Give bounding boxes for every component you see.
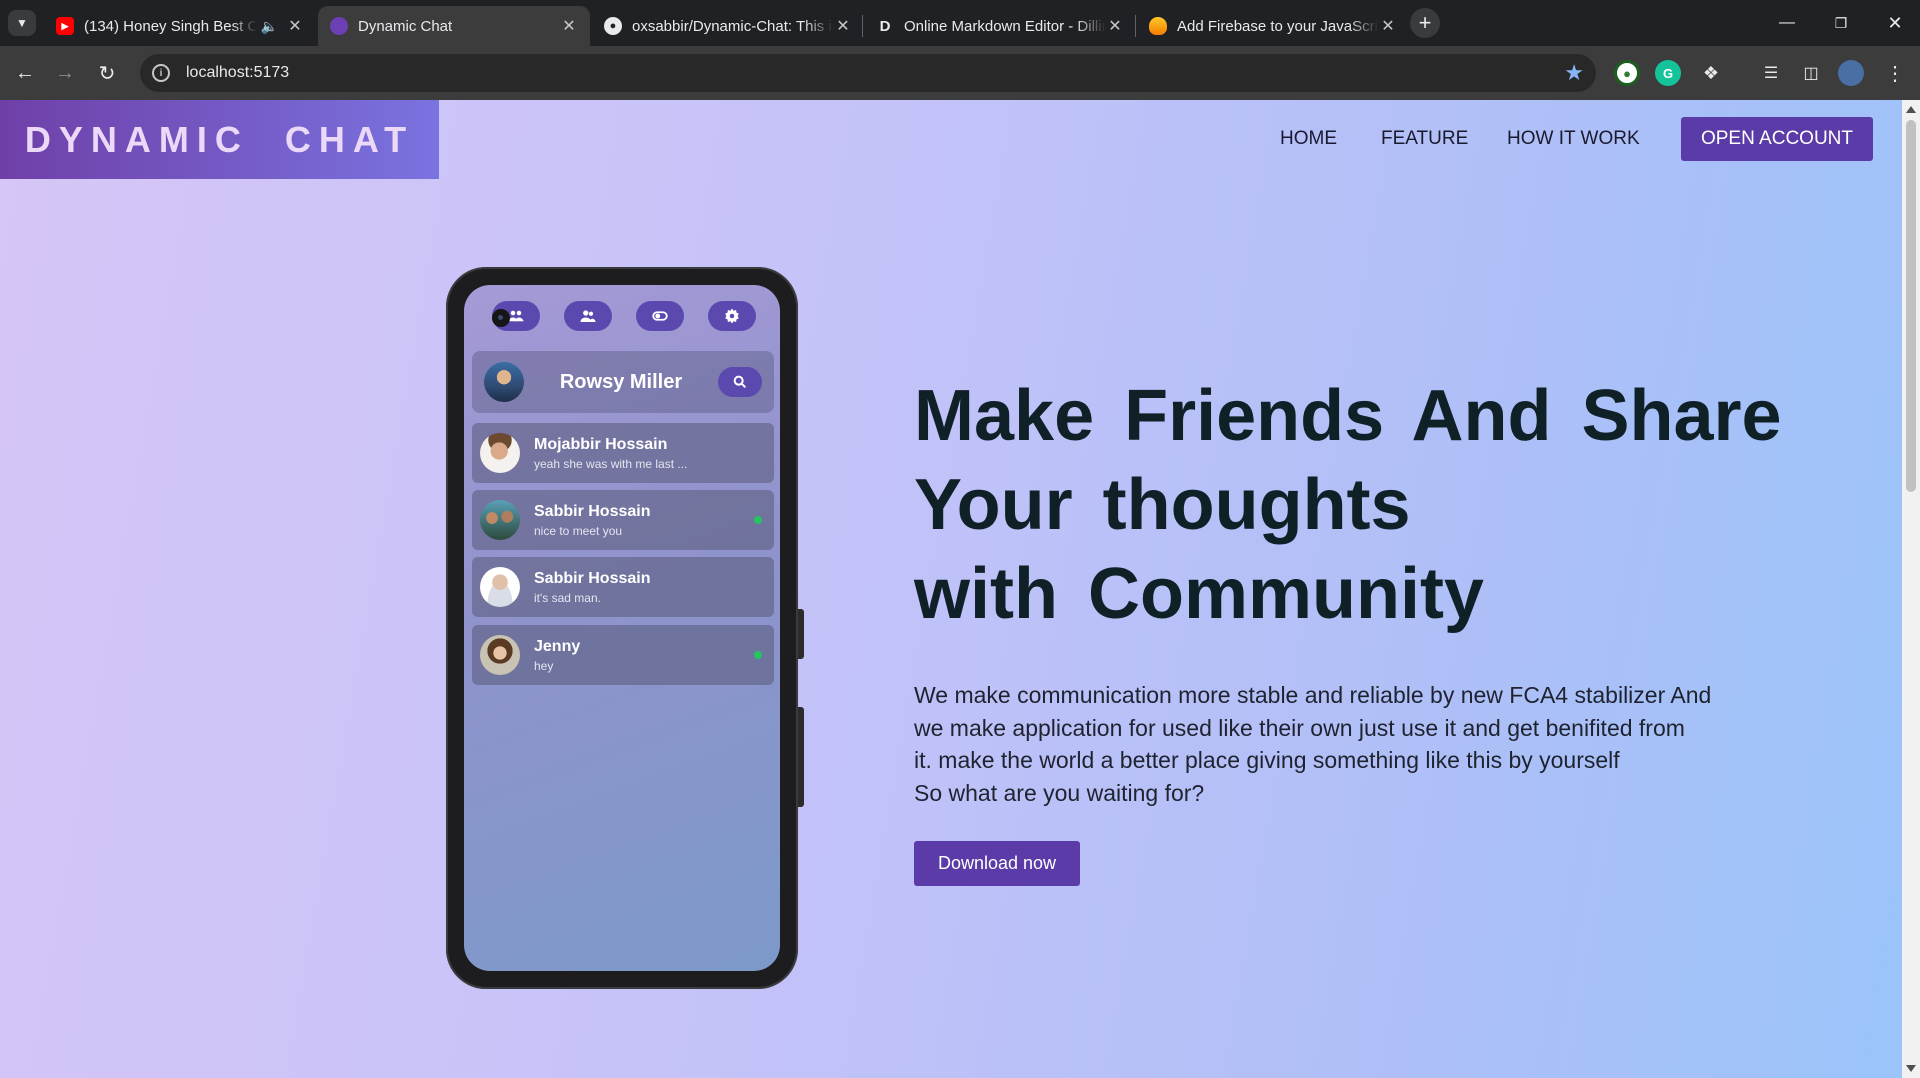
restore-icon[interactable]: ❐ (1818, 8, 1864, 38)
window-close-icon[interactable]: ✕ (1872, 8, 1918, 38)
open-account-button[interactable]: OPEN ACCOUNT (1681, 117, 1873, 161)
new-tab-icon[interactable]: + (1410, 8, 1440, 38)
tab-search-chevron-icon[interactable]: ▼ (8, 10, 36, 36)
avatar (480, 635, 520, 675)
tab-title: Online Markdown Editor - Dillin (904, 17, 1106, 35)
phone-side-button (798, 609, 804, 659)
tab-title: (134) Honey Singh Best Coll (84, 17, 257, 35)
bookmark-star-icon[interactable]: ★ (1564, 60, 1584, 86)
search-icon[interactable] (718, 367, 762, 397)
settings-gear-icon[interactable] (708, 301, 756, 331)
page-viewport: DYNAMIC CHAT HOME FEATURE HOW IT WORK OP… (0, 100, 1920, 1078)
dillinger-icon: D (879, 17, 891, 35)
description-line: we make application for used like their … (914, 714, 1685, 741)
avatar (480, 433, 520, 473)
youtube-icon: ▶ (56, 17, 74, 35)
tab-youtube[interactable]: ▶ (134) Honey Singh Best Coll 🔈 ✕ (44, 6, 316, 46)
avatar[interactable] (484, 362, 524, 402)
tab-github[interactable]: ● oxsabbir/Dynamic-Chat: This is ✕ (592, 6, 864, 46)
tab-dynamic-chat[interactable]: Dynamic Chat ✕ (318, 6, 590, 46)
download-now-button[interactable]: Download now (914, 841, 1080, 886)
phone-screen: Rowsy Miller Mojabbir Hossain yeah she w… (464, 285, 780, 971)
chat-list-item[interactable]: Sabbir Hossain nice to meet you (472, 490, 774, 550)
nav-feature[interactable]: FEATURE (1381, 128, 1468, 150)
toggle-icon[interactable] (636, 301, 684, 331)
back-icon[interactable]: ← (10, 58, 40, 88)
avatar (480, 500, 520, 540)
side-panel-icon[interactable]: ◫ (1798, 60, 1824, 86)
grammarly-icon[interactable]: G (1655, 60, 1681, 86)
chat-last-message: nice to meet you (534, 523, 623, 538)
headline-line: with Community (914, 554, 1484, 634)
headline-line: Make Friends And Share (914, 376, 1782, 456)
chat-list-item[interactable]: Jenny hey (472, 625, 774, 685)
tab-title: Dynamic Chat (358, 17, 453, 35)
tab-separator (1135, 15, 1136, 37)
tab-firebase[interactable]: Add Firebase to your JavaScript ✕ (1137, 6, 1409, 46)
tab-title: Add Firebase to your JavaScript (1177, 17, 1379, 35)
chat-name: Mojabbir Hossain (534, 435, 668, 453)
profile-avatar[interactable] (1838, 60, 1864, 86)
phone-side-button (798, 707, 804, 807)
chat-name: Sabbir Hossain (534, 502, 651, 520)
chat-list-item[interactable]: Sabbir Hossain it's sad man. (472, 557, 774, 617)
avatar (480, 567, 520, 607)
extensions-puzzle-icon[interactable]: ❖ (1698, 60, 1724, 86)
site-info-icon[interactable]: i (152, 64, 170, 82)
camera-icon (492, 309, 510, 327)
chat-last-message: hey (534, 658, 554, 673)
online-status-dot (754, 516, 762, 524)
headline-line: Your thoughts (914, 465, 1411, 545)
tab-close-icon[interactable]: ✕ (1379, 16, 1397, 36)
tab-close-icon[interactable]: ✕ (834, 16, 852, 36)
app-favicon-icon (330, 17, 348, 35)
tab-title: oxsabbir/Dynamic-Chat: This is (632, 17, 834, 35)
nav-how-it-work[interactable]: HOW IT WORK (1507, 128, 1640, 150)
scroll-down-arrow-icon[interactable] (1906, 1065, 1916, 1072)
brand-text: DYNAMIC CHAT (24, 118, 415, 160)
tab-close-icon[interactable]: ✕ (560, 16, 578, 36)
reload-icon[interactable]: ↻ (92, 58, 122, 88)
chat-last-message: it's sad man. (534, 590, 601, 605)
friends-icon[interactable] (564, 301, 612, 331)
github-icon: ● (604, 17, 622, 35)
extension-globe-icon[interactable]: ● (1614, 60, 1640, 86)
browser-toolbar: ← → ↻ i localhost:5173 ★ ● G ❖ ☰ ◫ ⋮ (0, 46, 1920, 100)
minimize-icon[interactable]: — (1764, 8, 1810, 38)
firebase-icon (1149, 17, 1167, 35)
hero-description: We make communication more stable and re… (914, 679, 1734, 809)
address-bar[interactable]: i localhost:5173 ★ (140, 54, 1596, 92)
description-line: it. make the world a better place giving… (914, 747, 1620, 773)
speaker-icon[interactable]: 🔈 (261, 18, 278, 35)
scrollbar-thumb[interactable] (1906, 120, 1916, 492)
tab-close-icon[interactable]: ✕ (1106, 16, 1124, 36)
browser-tab-bar: ▼ ▶ (134) Honey Singh Best Coll 🔈 ✕ Dyna… (0, 0, 1920, 46)
page-scrollbar[interactable] (1902, 100, 1920, 1078)
chat-name: Sabbir Hossain (534, 569, 651, 587)
media-controls-icon[interactable]: ☰ (1758, 60, 1784, 86)
chat-last-message: yeah she was with me last ... (534, 456, 688, 471)
nav-home[interactable]: HOME (1280, 128, 1337, 150)
current-user-card: Rowsy Miller (472, 351, 774, 413)
current-user-name: Rowsy Miller (559, 370, 683, 393)
description-line: So what are you waiting for? (914, 779, 1205, 806)
chat-list-item[interactable]: Mojabbir Hossain yeah she was with me la… (472, 423, 774, 483)
tab-dillinger[interactable]: D Online Markdown Editor - Dillin ✕ (864, 6, 1136, 46)
tab-close-icon[interactable]: ✕ (286, 16, 304, 36)
hero-headline: Make Friends And Share Your thoughts wit… (914, 372, 1794, 639)
phone-mockup: Rowsy Miller Mojabbir Hossain yeah she w… (446, 267, 804, 989)
description-line: We make communication more stable and re… (914, 682, 1712, 708)
url-text[interactable]: localhost:5173 (186, 64, 289, 82)
chat-name: Jenny (534, 637, 581, 655)
browser-menu-icon[interactable]: ⋮ (1882, 60, 1908, 86)
scroll-up-arrow-icon[interactable] (1906, 106, 1916, 113)
tab-separator (862, 15, 863, 37)
online-status-dot (754, 651, 762, 659)
forward-icon[interactable]: → (50, 58, 80, 88)
brand-logo[interactable]: DYNAMIC CHAT (0, 100, 439, 179)
